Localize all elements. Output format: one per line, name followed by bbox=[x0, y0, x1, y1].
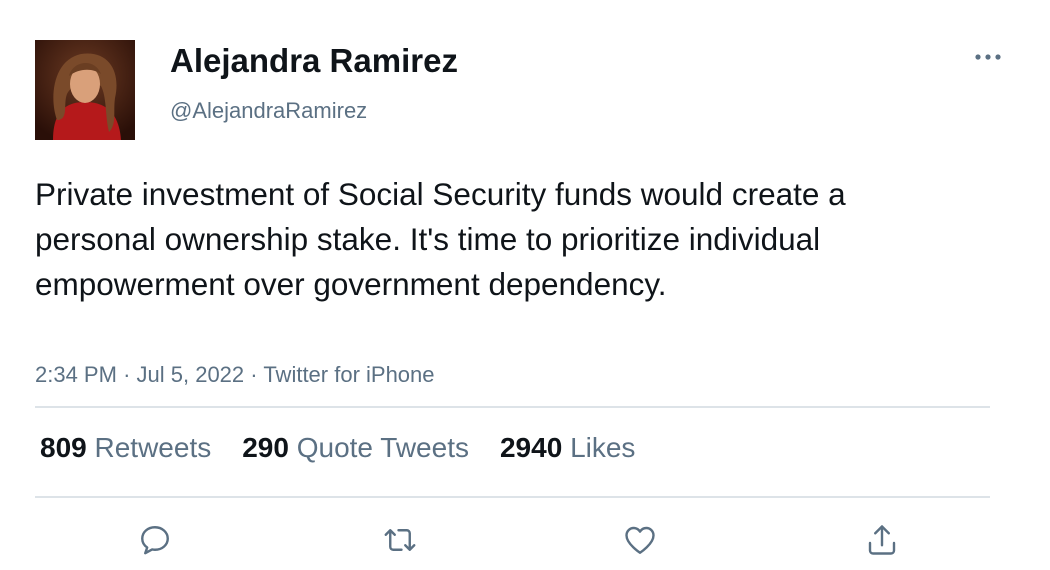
more-horizontal-icon bbox=[975, 54, 1001, 60]
more-options-button[interactable] bbox=[968, 42, 1008, 72]
retweets-label: Retweets bbox=[94, 432, 212, 463]
retweet-button[interactable] bbox=[378, 518, 422, 562]
retweets-stat[interactable]: 809 Retweets bbox=[40, 432, 211, 464]
tweet-metadata: 2:34 PM · Jul 5, 2022 · Twitter for iPho… bbox=[35, 362, 435, 388]
quote-tweets-label: Quote Tweets bbox=[296, 432, 469, 463]
retweet-icon bbox=[384, 529, 416, 551]
divider bbox=[35, 406, 990, 408]
avatar[interactable] bbox=[35, 40, 135, 140]
share-icon bbox=[868, 525, 896, 555]
quote-tweets-count: 290 bbox=[242, 432, 289, 463]
reply-icon bbox=[141, 526, 169, 555]
meta-separator: · bbox=[123, 362, 131, 387]
display-name[interactable]: Alejandra Ramirez bbox=[170, 42, 458, 80]
tweet-source[interactable]: Twitter for iPhone bbox=[263, 362, 434, 387]
meta-separator: · bbox=[250, 362, 258, 387]
divider bbox=[35, 496, 990, 498]
tweet-date[interactable]: Jul 5, 2022 bbox=[137, 362, 245, 387]
share-button[interactable] bbox=[860, 518, 904, 562]
tweet-text: Private investment of Social Security fu… bbox=[35, 176, 846, 302]
tweet-time[interactable]: 2:34 PM bbox=[35, 362, 117, 387]
retweets-count: 809 bbox=[40, 432, 87, 463]
reply-button[interactable] bbox=[133, 518, 177, 562]
likes-label: Likes bbox=[570, 432, 636, 463]
likes-count: 2940 bbox=[499, 432, 563, 463]
quote-tweets-stat[interactable]: 290 Quote Tweets bbox=[242, 432, 469, 464]
heart-icon bbox=[625, 526, 655, 554]
user-handle[interactable]: @AlejandraRamirez bbox=[170, 98, 367, 124]
tweet-stats: 809 Retweets 290 Quote Tweets 2940 Likes bbox=[40, 432, 666, 464]
like-button[interactable] bbox=[618, 518, 662, 562]
likes-stat[interactable]: 2940 Likes bbox=[500, 432, 635, 464]
